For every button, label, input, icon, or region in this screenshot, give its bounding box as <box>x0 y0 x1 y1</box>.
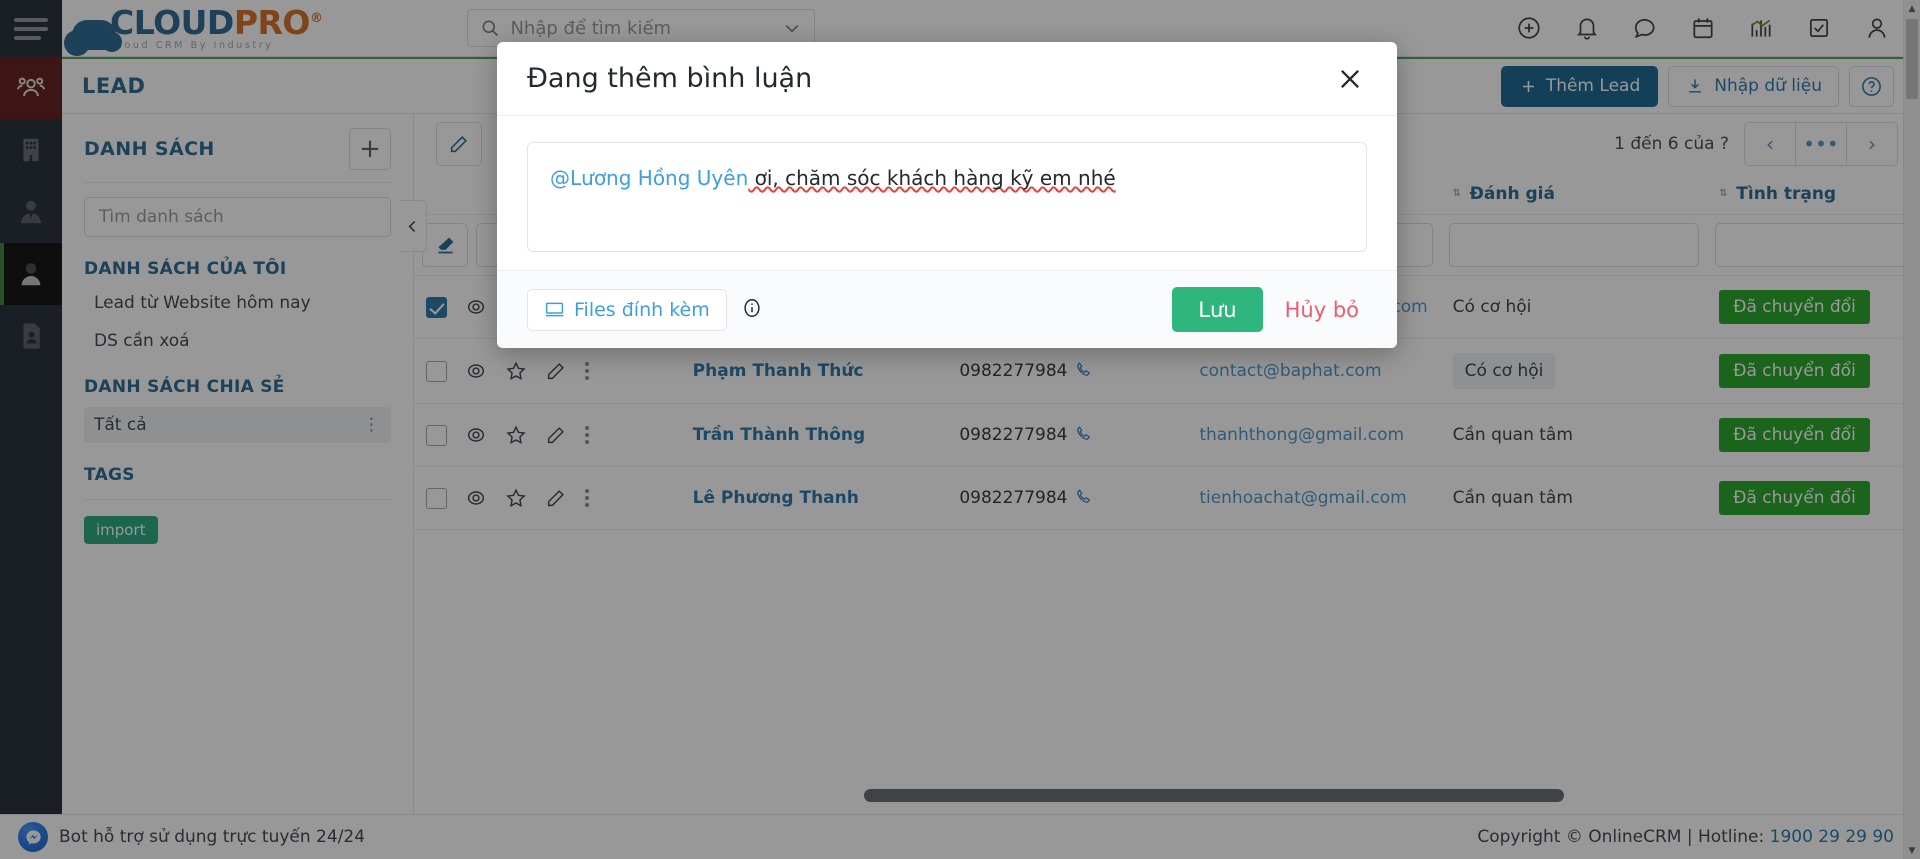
mention-token[interactable]: @Lương Hồng Uyên <box>550 166 748 190</box>
modal-header: Đang thêm bình luận <box>497 42 1397 116</box>
add-comment-modal: Đang thêm bình luận @Lương Hồng Uyên ơi,… <box>497 42 1397 348</box>
attach-files-button[interactable]: Files đính kèm <box>527 288 727 331</box>
attach-files-label: Files đính kèm <box>574 298 710 321</box>
modal-footer: Files đính kèm Lưu Hủy bỏ <box>497 270 1397 348</box>
comment-text: ơi, chăm sóc khách hàng kỹ em nhé <box>748 166 1116 190</box>
info-circle-icon <box>744 298 760 317</box>
info-icon[interactable] <box>741 297 763 323</box>
modal-body: @Lương Hồng Uyên ơi, chăm sóc khách hàng… <box>497 116 1397 270</box>
save-button[interactable]: Lưu <box>1172 287 1263 332</box>
monitor-icon <box>545 302 564 317</box>
close-x-icon <box>1341 69 1359 88</box>
modal-title: Đang thêm bình luận <box>527 63 813 94</box>
comment-input[interactable]: @Lương Hồng Uyên ơi, chăm sóc khách hàng… <box>527 142 1367 252</box>
cancel-button[interactable]: Hủy bỏ <box>1277 298 1367 322</box>
close-icon[interactable] <box>1333 62 1367 96</box>
